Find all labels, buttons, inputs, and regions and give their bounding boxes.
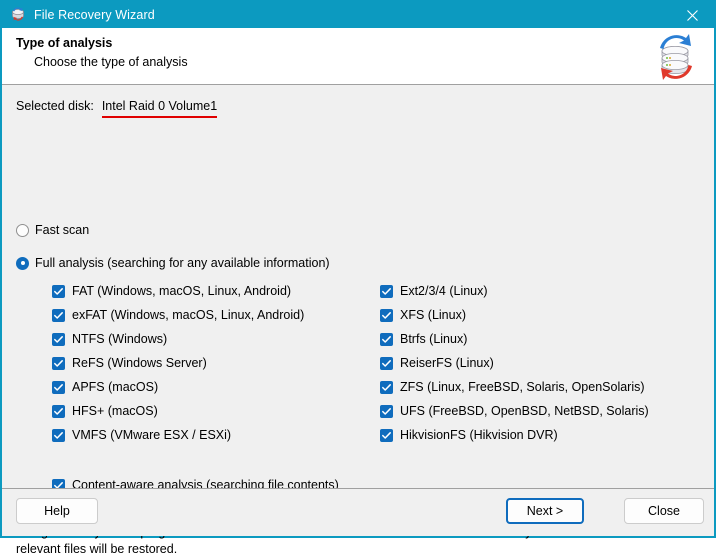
next-button[interactable]: Next > (506, 498, 584, 524)
radio-fast-scan-label: Fast scan (35, 223, 90, 237)
checkbox-label: HikvisionFS (Hikvision DVR) (400, 428, 558, 442)
selected-disk-label: Selected disk: (16, 99, 94, 113)
selected-disk: Selected disk: Intel Raid 0 Volume1 (16, 99, 218, 118)
checkbox-label: HFS+ (macOS) (72, 404, 158, 418)
disk-stack-icon (10, 7, 26, 23)
checkbox-row[interactable]: ReFS (Windows Server) (52, 351, 304, 375)
footer-bar: Help Next > Close (2, 488, 714, 536)
checkbox-row[interactable]: HFS+ (macOS) (52, 399, 304, 423)
checkbox-checked-icon (52, 428, 65, 442)
page-subtitle: Choose the type of analysis (34, 55, 188, 69)
radio-on-icon (16, 256, 29, 270)
checkbox-checked-icon (52, 284, 65, 298)
checkbox-label: VMFS (VMware ESX / ESXi) (72, 428, 232, 442)
checkbox-row[interactable]: NTFS (Windows) (52, 327, 304, 351)
checkbox-checked-icon (380, 380, 393, 394)
radio-off-icon (16, 223, 29, 237)
checkbox-checked-icon (52, 380, 65, 394)
checkbox-checked-icon (380, 284, 393, 298)
checkbox-row[interactable]: APFS (macOS) (52, 375, 304, 399)
checkbox-label: XFS (Linux) (400, 308, 466, 322)
checkbox-label: ReiserFS (Linux) (400, 356, 494, 370)
radio-fast-scan[interactable]: Fast scan (16, 223, 89, 237)
checkbox-label: ZFS (Linux, FreeBSD, Solaris, OpenSolari… (400, 380, 645, 394)
checkbox-checked-icon (380, 356, 393, 370)
file-recovery-wizard-window: File Recovery Wizard Type of analysis Ch… (0, 0, 716, 556)
close-icon[interactable] (670, 2, 714, 28)
help-button[interactable]: Help (16, 498, 98, 524)
checkbox-row[interactable]: HikvisionFS (Hikvision DVR) (380, 423, 649, 447)
checkbox-row[interactable]: ZFS (Linux, FreeBSD, Solaris, OpenSolari… (380, 375, 649, 399)
checkbox-checked-icon (380, 404, 393, 418)
wizard-header: Type of analysis Choose the type of anal… (2, 28, 714, 85)
title-bar: File Recovery Wizard (2, 2, 714, 28)
checkbox-label: NTFS (Windows) (72, 332, 168, 346)
checkbox-checked-icon (380, 332, 393, 346)
radio-full-analysis-label: Full analysis (searching for any availab… (35, 256, 330, 270)
checkbox-label: FAT (Windows, macOS, Linux, Android) (72, 284, 292, 298)
checkbox-row[interactable]: FAT (Windows, macOS, Linux, Android) (52, 279, 304, 303)
checkbox-label: exFAT (Windows, macOS, Linux, Android) (72, 308, 305, 322)
checkbox-checked-icon (380, 428, 393, 442)
filesystem-list-left: FAT (Windows, macOS, Linux, Android) exF… (52, 279, 304, 447)
checkbox-row[interactable]: UFS (FreeBSD, OpenBSD, NetBSD, Solaris) (380, 399, 649, 423)
filesystem-list-right: Ext2/3/4 (Linux) XFS (Linux) Btrfs (Linu… (380, 279, 649, 447)
selected-disk-value: Intel Raid 0 Volume1 (101, 99, 218, 118)
checkbox-label: Btrfs (Linux) (400, 332, 468, 346)
wizard-body: Selected disk: Intel Raid 0 Volume1 Fast… (2, 85, 714, 556)
checkbox-checked-icon (52, 332, 65, 346)
checkbox-row[interactable]: exFAT (Windows, macOS, Linux, Android) (52, 303, 304, 327)
checkbox-row[interactable]: ReiserFS (Linux) (380, 351, 649, 375)
close-button[interactable]: Close (624, 498, 704, 524)
page-title: Type of analysis (16, 36, 113, 50)
selected-disk-value-text: Intel Raid 0 Volume1 (101, 99, 218, 113)
checkbox-row[interactable]: VMFS (VMware ESX / ESXi) (52, 423, 304, 447)
checkbox-row[interactable]: XFS (Linux) (380, 303, 649, 327)
selected-disk-underline (101, 116, 218, 118)
checkbox-row[interactable]: Btrfs (Linux) (380, 327, 649, 351)
radio-full-analysis[interactable]: Full analysis (searching for any availab… (16, 256, 330, 270)
checkbox-checked-icon (380, 308, 393, 322)
checkbox-checked-icon (52, 404, 65, 418)
checkbox-label: UFS (FreeBSD, OpenBSD, NetBSD, Solaris) (400, 404, 649, 418)
disk-recovery-logo (650, 32, 702, 82)
checkbox-row[interactable]: Ext2/3/4 (Linux) (380, 279, 649, 303)
checkbox-label: Ext2/3/4 (Linux) (400, 284, 488, 298)
window-title: File Recovery Wizard (34, 8, 155, 22)
checkbox-checked-icon (52, 356, 65, 370)
checkbox-checked-icon (52, 308, 65, 322)
checkbox-label: ReFS (Windows Server) (72, 356, 207, 370)
checkbox-label: APFS (macOS) (72, 380, 159, 394)
